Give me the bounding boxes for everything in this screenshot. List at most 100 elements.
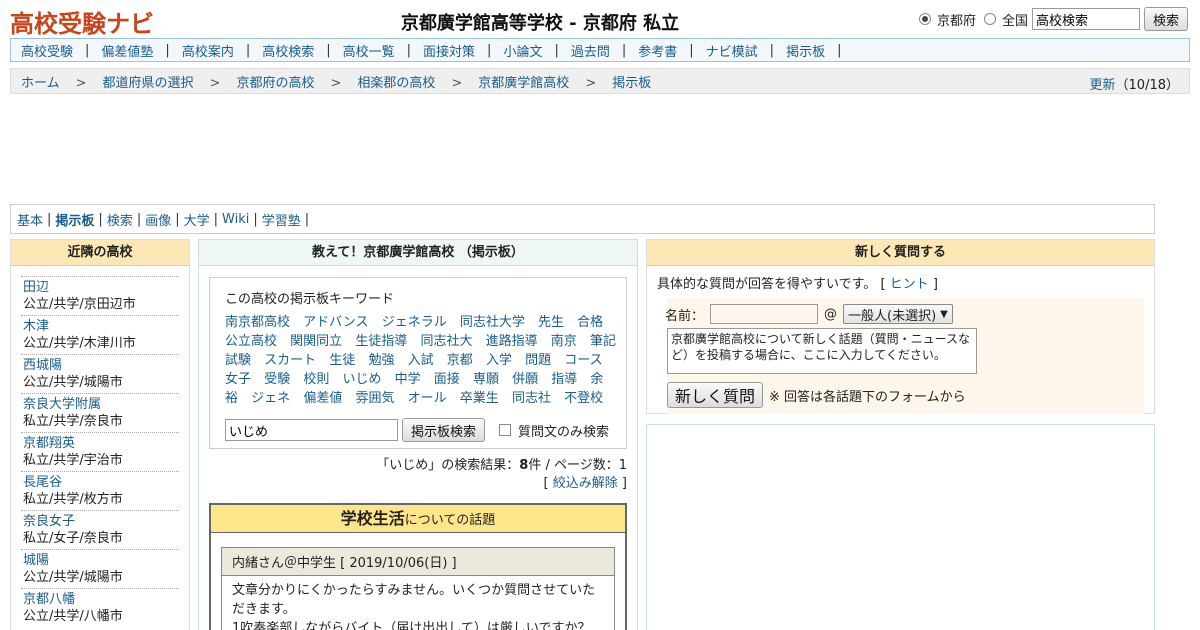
keyword-link[interactable]: 生徒指導 [355,334,407,349]
keyword-link[interactable]: ジェネラル [382,315,447,330]
ask-submit-row: 新しく質問 ※ 回答は各話題下のフォームから [667,382,1144,408]
nav-item[interactable]: 掲示板 [786,41,825,60]
breadcrumb-separator: > [451,75,463,91]
search-button[interactable]: 検索 [1143,7,1188,31]
new-question-button[interactable]: 新しく質問 [667,382,764,408]
keyword-link[interactable]: コース [564,353,602,368]
nearby-school-link[interactable]: 田辺 [23,279,179,296]
tab-separator: | [98,211,103,227]
question-textarea[interactable]: 京都廣学館高校について新しく話題（質問・ニュースなど）を投稿する場合に、ここに入… [667,328,977,374]
tab-link[interactable]: Wiki [222,212,249,227]
nearby-school-link[interactable]: 京都翔英 [23,435,179,452]
name-input[interactable] [710,304,819,324]
breadcrumb-item[interactable]: 都道府県の選択 [103,76,194,91]
keyword-link[interactable]: 女子 [225,372,251,387]
keyword-link[interactable]: アドバンス [303,315,368,330]
keyword-link[interactable]: 偏差値 [303,391,342,406]
nav-item[interactable]: ナビ模試 [706,41,758,60]
keyword-link[interactable]: 勉強 [368,353,394,368]
nav-item[interactable]: 過去問 [571,41,610,60]
keyword-link[interactable]: 併願 [512,372,538,387]
update-link[interactable]: 更新 [1090,78,1116,93]
nav-item[interactable]: 面接対策 [423,41,475,60]
post: 内緒さん＠中学生 [ 2019/10/06(日) ] 文章分かりにくかったらすみ… [221,547,615,630]
role-select[interactable]: 一般人(未選択) ▼ [843,304,953,324]
nearby-school-link[interactable]: 奈良女子 [23,513,179,530]
keyword-link[interactable]: 専願 [473,372,499,387]
keyword-link[interactable]: 京都 [447,353,473,368]
ask-form: 名前： @ 一般人(未選択) ▼ 京都廣学館高校について新しく話題（質問・ニュース… [665,298,1144,414]
tab-link[interactable]: 基本 [17,210,43,229]
tab-link[interactable]: 学習塾 [262,210,301,229]
keyword-link[interactable]: 進路指導 [486,334,538,349]
keyword-link[interactable]: 卒業生 [460,391,499,406]
nearby-school-link[interactable]: 城陽 [23,552,179,569]
keyword-link[interactable]: 同志社大 [420,334,472,349]
caret-down-icon: ▼ [940,308,948,320]
keyword-link[interactable]: 同志社 [512,391,551,406]
nearby-school-info: 公立/共学/八幡市 [23,609,123,624]
keyword-link[interactable]: オール [408,391,447,406]
clear-filter-link[interactable]: 絞込み解除 [553,476,618,491]
tab-link[interactable]: 掲示板 [55,210,94,229]
keyword-link[interactable]: 中学 [395,372,421,387]
scope-radio-prefecture[interactable] [918,13,931,25]
nav-item[interactable]: 高校一覧 [343,41,395,60]
nearby-school-link[interactable]: 京都八幡 [23,591,179,608]
keyword-link[interactable]: ジェネ [251,391,290,406]
keyword-link[interactable]: 関関同立 [290,334,342,349]
keyword-link[interactable]: 先生 [538,315,564,330]
nav-item[interactable]: 高校検索 [262,41,314,60]
keyword-link[interactable]: 不登校 [564,391,603,406]
board-search-input[interactable] [225,419,398,441]
school-search-input[interactable] [1031,8,1140,30]
keyword-link[interactable]: 公立高校 [225,334,277,349]
breadcrumb-item[interactable]: 京都廣学館高校 [478,76,569,91]
nearby-school-link[interactable]: 奈良大学附属 [23,396,179,413]
nearby-school-info: 私立/共学/宇治市 [23,453,123,468]
keyword-link[interactable]: スカート [264,353,316,368]
keyword-link[interactable]: 指導 [551,372,577,387]
nearby-school-link[interactable]: 西城陽 [23,357,179,374]
question-only-checkbox[interactable] [499,424,512,436]
keyword-link[interactable]: 問題 [525,353,551,368]
nearby-school-link[interactable]: 長尾谷 [23,474,179,491]
breadcrumb-item[interactable]: ホーム [21,76,60,91]
nearby-school-item: 西城陽 公立/共学/城陽市 [21,354,179,393]
nearby-school-item: 奈良女子 私立/女子/奈良市 [21,510,179,549]
post-body: 文章分かりにくかったらすみません。いくつか質問させていただきます。 1吹奏楽部しな… [222,576,614,630]
keyword-link[interactable]: 雰囲気 [355,391,394,406]
keyword-link[interactable]: 入学 [486,353,512,368]
scope-radio-national[interactable] [983,13,996,25]
nav-item[interactable]: 参考書 [638,41,677,60]
breadcrumb-item[interactable]: 掲示板 [612,76,651,91]
board-search-button[interactable]: 掲示板検索 [402,418,486,442]
tab-link[interactable]: 画像 [145,210,171,229]
keyword-link[interactable]: いじめ [342,372,381,387]
nav-item[interactable]: 小論文 [503,41,542,60]
keyword-link[interactable]: 入試 [408,353,434,368]
nav-separator: | [837,42,842,58]
nearby-schools-list: 田辺 公立/共学/京田辺市 木津 公立/共学/木津川市 西城陽 公立/共学/城陽市 奈良大学… [11,266,189,627]
keyword-link[interactable]: 合格 [577,315,603,330]
keyword-link[interactable]: 南京 [551,334,577,349]
keyword-link[interactable]: 生徒 [329,353,355,368]
nav-item[interactable]: 偏差値塾 [101,41,153,60]
keyword-link[interactable]: 校則 [303,372,329,387]
nearby-school-link[interactable]: 木津 [23,318,179,335]
nav-item[interactable]: 高校案内 [182,41,234,60]
keyword-link[interactable]: 南京都高校 [225,315,290,330]
tab-link[interactable]: 検索 [107,210,133,229]
search-result: 「いじめ」の検索結果：8件 / ページ数：1 [ 絞込み解除 ] [376,458,627,491]
result-count: 8 [519,458,529,473]
breadcrumb-item[interactable]: 京都府の高校 [236,76,314,91]
breadcrumb-item[interactable]: 相楽郡の高校 [357,76,435,91]
keyword-list: 南京都高校 アドバンス ジェネラル 同志社大学 先生 合格 公立高校 関関同立 … [225,313,618,408]
nav-item[interactable]: 高校受験 [21,41,73,60]
keyword-link[interactable]: 受験 [264,372,290,387]
hint-link[interactable]: ヒント [890,277,929,292]
name-label: 名前： [665,308,705,324]
tab-link[interactable]: 大学 [184,210,210,229]
keyword-link[interactable]: 同志社大学 [460,315,525,330]
keyword-link[interactable]: 面接 [434,372,460,387]
